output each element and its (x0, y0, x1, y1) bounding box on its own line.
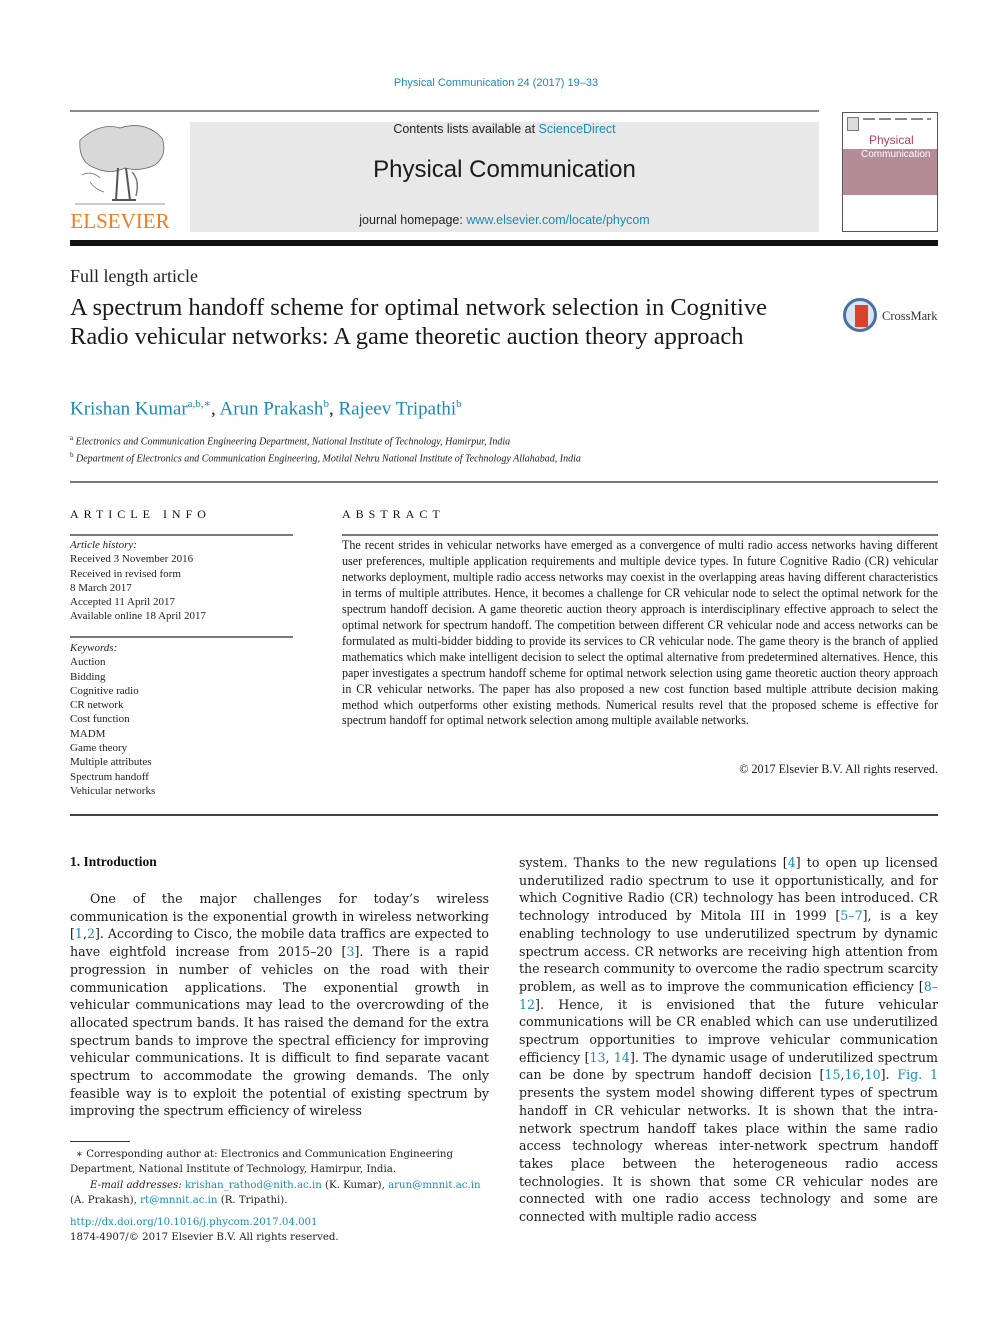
article-type: Full length article (70, 266, 198, 286)
homepage-prefix: journal homepage: (359, 213, 467, 227)
keywords-rule (70, 636, 293, 638)
citation-link[interactable]: 4 (788, 855, 796, 870)
author-affil-marks[interactable]: a,b,∗ (188, 398, 211, 410)
affiliation-mark: a (70, 434, 74, 442)
header-rule (70, 110, 819, 112)
author-affil-marks[interactable]: b (456, 398, 462, 410)
affiliation-mark: b (70, 451, 74, 459)
history-label: Article history: (70, 539, 137, 551)
body-text: ]. (880, 1067, 898, 1083)
body-text: system. Thanks to the new regulations [ (519, 855, 788, 870)
abstract-heading: ABSTRACT (342, 507, 445, 521)
citation-link[interactable]: 13 (590, 1050, 606, 1065)
keyword-item: Multiple attributes (70, 756, 152, 769)
keyword-item: Vehicular networks (70, 784, 156, 797)
citation-link[interactable]: 10 (865, 1067, 881, 1082)
citation-link[interactable]: 15 (824, 1067, 840, 1082)
article-info-heading: ARTICLE INFO (70, 507, 211, 521)
issn-copyright: 1874-4907/© 2017 Elsevier B.V. All right… (70, 1232, 339, 1244)
elsevier-wordmark: ELSEVIER (70, 209, 170, 233)
corresponding-author-note: ∗ Corresponding author at: Electronics a… (70, 1147, 489, 1178)
journal-title: Physical Communication (373, 156, 636, 183)
cover-logo-icon (847, 117, 859, 131)
keywords-label: Keywords: (70, 642, 118, 654)
email-owner: (R. Tripathi). (217, 1195, 288, 1207)
footnote-rule (70, 1141, 130, 1142)
cover-title-line2: Communication (861, 149, 931, 160)
journal-cover-thumbnail[interactable]: Physical Communication (842, 112, 938, 232)
author-link[interactable]: Krishan Kumar (70, 398, 188, 419)
cover-header-lines (863, 118, 931, 120)
article-history: Article history: Received 3 November 201… (70, 538, 293, 624)
corresponding-text: Corresponding author at: Electronics and… (70, 1149, 454, 1176)
email-link[interactable]: arun@mnnit.ac.in (388, 1180, 480, 1191)
keywords: Keywords: Auction Bidding Cognitive radio C… (70, 641, 293, 798)
abstract-text: The recent strides in vehicular networks… (342, 538, 938, 728)
keyword-item: Auction (70, 656, 106, 669)
author-list: Krishan Kumara,b,∗, Arun Prakashb, Rajee… (70, 397, 462, 420)
section-rule (70, 481, 938, 483)
citation-link[interactable]: 1 (75, 926, 83, 941)
crossmark-icon (843, 298, 877, 332)
abstract-bottom-rule (70, 814, 938, 816)
journal-citation-link[interactable]: Physical Communication 24 (2017) 19–33 (0, 77, 992, 89)
history-entry: 8 March 2017 (70, 581, 132, 594)
history-entry: Accepted 11 April 2017 (70, 596, 175, 609)
doi-block: http://dx.doi.org/10.1016/j.phycom.2017.… (70, 1215, 339, 1246)
body-text: , (605, 1049, 614, 1065)
keyword-item: Spectrum handoff (70, 770, 149, 783)
keyword-item: Game theory (70, 742, 128, 755)
history-entry: Received 3 November 2016 (70, 553, 194, 566)
body-text: ]. There is a rapid progression in numbe… (70, 944, 489, 1119)
email-addresses: E-mail addresses: krishan_rathod@nith.ac… (70, 1178, 489, 1209)
abstract-copyright: © 2017 Elsevier B.V. All rights reserved… (739, 762, 938, 776)
email-label: E-mail addresses: (90, 1179, 182, 1191)
crossmark-label: CrossMark (882, 309, 938, 323)
author-link[interactable]: Arun Prakash (219, 398, 323, 419)
intro-column-right: system. Thanks to the new regulations [4… (519, 854, 938, 1226)
email-link[interactable]: krishan_rathod@nith.ac.in (185, 1180, 322, 1191)
body-text: presents the system model showing differ… (519, 1085, 938, 1225)
history-entry: Available online 18 April 2017 (70, 610, 207, 623)
keyword-item: MADM (70, 727, 106, 740)
section-heading-introduction: 1. Introduction (70, 854, 157, 869)
keyword-item: Bidding (70, 670, 106, 683)
keyword-item: Cost function (70, 713, 130, 726)
history-entry: Received in revised form (70, 567, 181, 580)
email-owner: (A. Prakash), (70, 1195, 141, 1207)
crossmark-button[interactable]: CrossMark (843, 298, 943, 338)
cover-title-line1: Physical (869, 133, 914, 147)
header-thick-rule (70, 240, 938, 246)
abstract-rule (342, 534, 938, 536)
elsevier-logo[interactable]: ELSEVIER (70, 120, 170, 234)
email-link[interactable]: rt@mnnit.ac.in (140, 1195, 217, 1206)
doi-link[interactable]: http://dx.doi.org/10.1016/j.phycom.2017.… (70, 1215, 339, 1230)
footnote: ∗ Corresponding author at: Electronics a… (70, 1147, 489, 1209)
keyword-item: Cognitive radio (70, 684, 139, 697)
citation-link[interactable]: 5–7 (840, 908, 862, 923)
contents-line: Contents lists available at ScienceDirec… (190, 122, 819, 136)
affiliation-text: Electronics and Communication Engineerin… (75, 436, 511, 448)
elsevier-tree-icon (75, 125, 165, 205)
article-title: A spectrum handoff scheme for optimal ne… (70, 294, 767, 350)
affiliation-b: b Department of Electronics and Communic… (70, 451, 581, 464)
journal-homepage-link[interactable]: www.elsevier.com/locate/phycom (466, 213, 649, 227)
affiliation-a: a Electronics and Communication Engineer… (70, 434, 510, 447)
affiliation-text: Department of Electronics and Communicat… (76, 453, 581, 465)
citation-link[interactable]: Fig. 1 (897, 1067, 938, 1082)
keyword-item: CR network (70, 699, 124, 712)
article-info-rule (70, 534, 293, 536)
author-link[interactable]: Rajeev Tripathi (338, 398, 456, 419)
citation-link[interactable]: 16 (845, 1067, 861, 1082)
sciencedirect-link[interactable]: ScienceDirect (539, 122, 616, 136)
email-owner: (K. Kumar), (321, 1179, 389, 1191)
citation-link[interactable]: 14 (614, 1050, 630, 1065)
contents-prefix: Contents lists available at (393, 122, 539, 136)
intro-column-left: One of the major challenges for today’s … (70, 890, 489, 1120)
author-separator: , (328, 398, 339, 420)
footnote-star: ∗ (76, 1149, 83, 1160)
homepage-line: journal homepage: www.elsevier.com/locat… (190, 213, 819, 227)
citation-link[interactable]: 2 (87, 926, 95, 941)
